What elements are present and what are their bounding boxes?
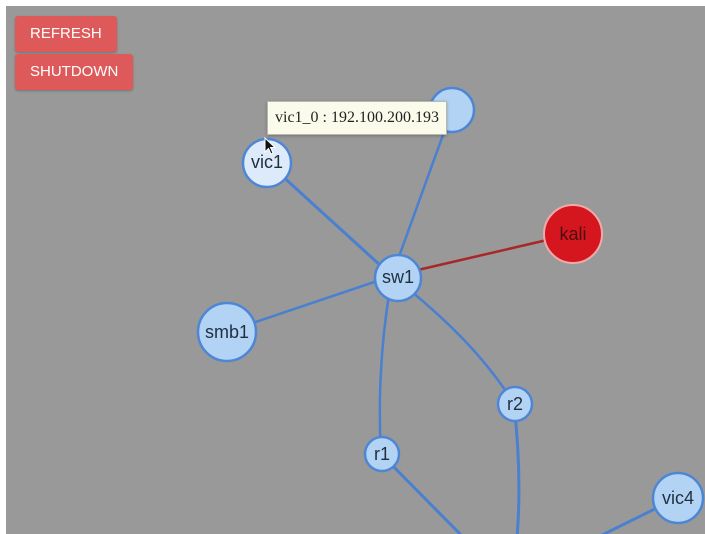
node-label-kali: kali <box>559 224 586 244</box>
node-label-smb1: smb1 <box>205 322 249 342</box>
graph-node-vic4[interactable]: vic4 <box>651 471 705 525</box>
link-sw1-vic1 <box>266 161 394 278</box>
links <box>225 109 678 534</box>
node-label-vic4: vic4 <box>662 488 694 508</box>
graph-node-sw1[interactable]: sw1 <box>373 253 423 303</box>
node-label-sw1: sw1 <box>382 267 414 287</box>
graph-node-r2[interactable]: r2 <box>496 385 534 423</box>
graph-node-r1[interactable]: r1 <box>363 435 401 473</box>
link-r2-offscreen <box>512 403 521 534</box>
graph-node-kali[interactable]: kali <box>543 204 603 264</box>
arrow-cursor-icon <box>264 137 276 155</box>
node-label-r2: r2 <box>507 394 523 414</box>
shutdown-button[interactable]: SHUTDOWN <box>15 54 134 90</box>
graph-node-smb1[interactable]: smb1 <box>196 301 258 363</box>
node-tooltip: vic1_0 : 192.100.200.193 <box>267 101 447 135</box>
network-graph-view: vic1 sw1 kali smb1 r2 r1 vic4 REFRESH SH… <box>6 6 705 534</box>
node-label-vic1: vic1 <box>251 152 283 172</box>
node-label-r1: r1 <box>374 444 390 464</box>
refresh-button[interactable]: REFRESH <box>15 16 117 52</box>
link-sw1-r1 <box>378 275 394 455</box>
